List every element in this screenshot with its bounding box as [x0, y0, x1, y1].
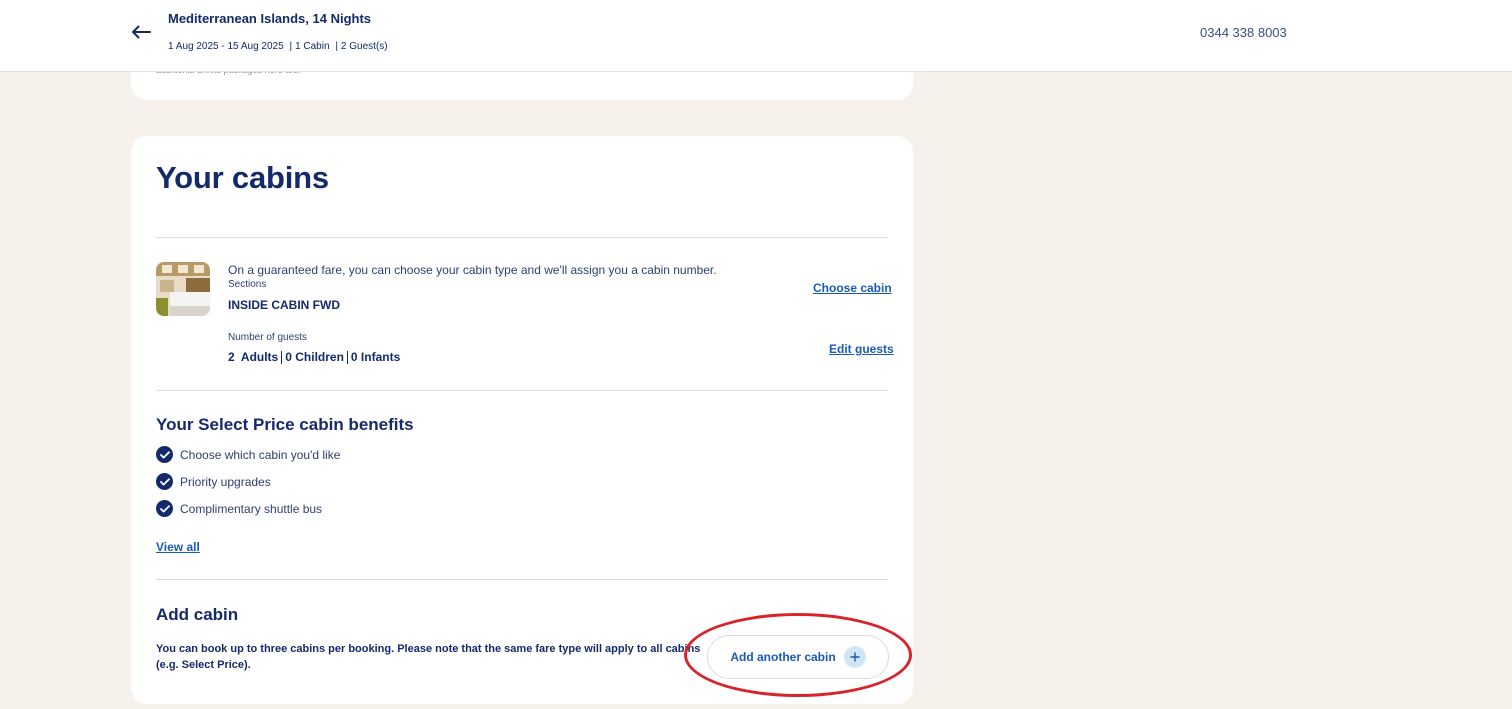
benefit-item: Choose which cabin you'd like	[156, 446, 340, 463]
arrow-left-icon	[132, 25, 151, 39]
benefit-item: Complimentary shuttle bus	[156, 500, 322, 517]
top-header: Mediterranean Islands, 14 Nights 1 Aug 2…	[0, 0, 1512, 72]
infants-count: 0 Infants	[350, 350, 401, 364]
benefit-label: Priority upgrades	[180, 474, 271, 489]
guest-counts: 2 Adults 0 Children 0 Infants	[228, 350, 400, 364]
add-cabin-title: Add cabin	[156, 605, 239, 624]
divider	[156, 237, 888, 238]
benefit-label: Complimentary shuttle bus	[180, 501, 323, 516]
choose-cabin-link[interactable]: Choose cabin	[813, 281, 892, 295]
plus-icon	[843, 646, 866, 668]
trip-dates: 1 Aug 2025 - 15 Aug 2025	[168, 41, 284, 52]
cabin-photo	[156, 262, 210, 316]
benefit-item: Priority upgrades	[156, 473, 271, 490]
guests-label: Number of guests	[228, 332, 307, 343]
divider	[156, 390, 888, 391]
phone-number[interactable]: 0344 338 8003	[1200, 25, 1287, 40]
children-count: 0 Children	[285, 350, 344, 364]
add-cabin-description: You can book up to three cabins per book…	[156, 643, 701, 671]
benefit-label: Choose which cabin you'd like	[180, 447, 341, 462]
meta-separator: |	[289, 41, 293, 52]
edit-guests-link[interactable]: Edit guests	[829, 342, 894, 356]
section-title: Your cabins	[156, 160, 329, 195]
guest-separator	[281, 350, 283, 364]
sections-value: INSIDE CABIN FWD	[228, 298, 340, 312]
check-circle-icon	[156, 446, 173, 463]
add-another-cabin-label: Add another cabin	[730, 650, 836, 664]
back-button[interactable]	[128, 20, 154, 44]
trip-title: Mediterranean Islands, 14 Nights	[168, 11, 372, 26]
divider	[156, 579, 888, 580]
guest-separator	[346, 350, 348, 364]
your-cabins-card: Your cabins On a guaranteed fare, you ca…	[131, 136, 913, 704]
sections-label: Sections	[228, 279, 267, 290]
meta-separator: |	[335, 41, 338, 52]
adults-count: 2 Adults	[228, 350, 279, 364]
trip-cabins: 1 Cabin	[295, 41, 330, 52]
benefits-title: Your Select Price cabin benefits	[156, 415, 414, 434]
trip-meta: 1 Aug 2025 - 15 Aug 2025 | 1 Cabin | 2 Gue…	[168, 41, 388, 52]
check-circle-icon	[156, 500, 173, 517]
add-another-cabin-button[interactable]: Add another cabin	[707, 635, 889, 679]
trip-guests: 2 Guest(s)	[340, 41, 388, 52]
view-all-link[interactable]: View all	[156, 540, 200, 554]
check-circle-icon	[156, 473, 173, 490]
guaranteed-fare-notice: On a guaranteed fare, you can choose you…	[228, 263, 717, 277]
